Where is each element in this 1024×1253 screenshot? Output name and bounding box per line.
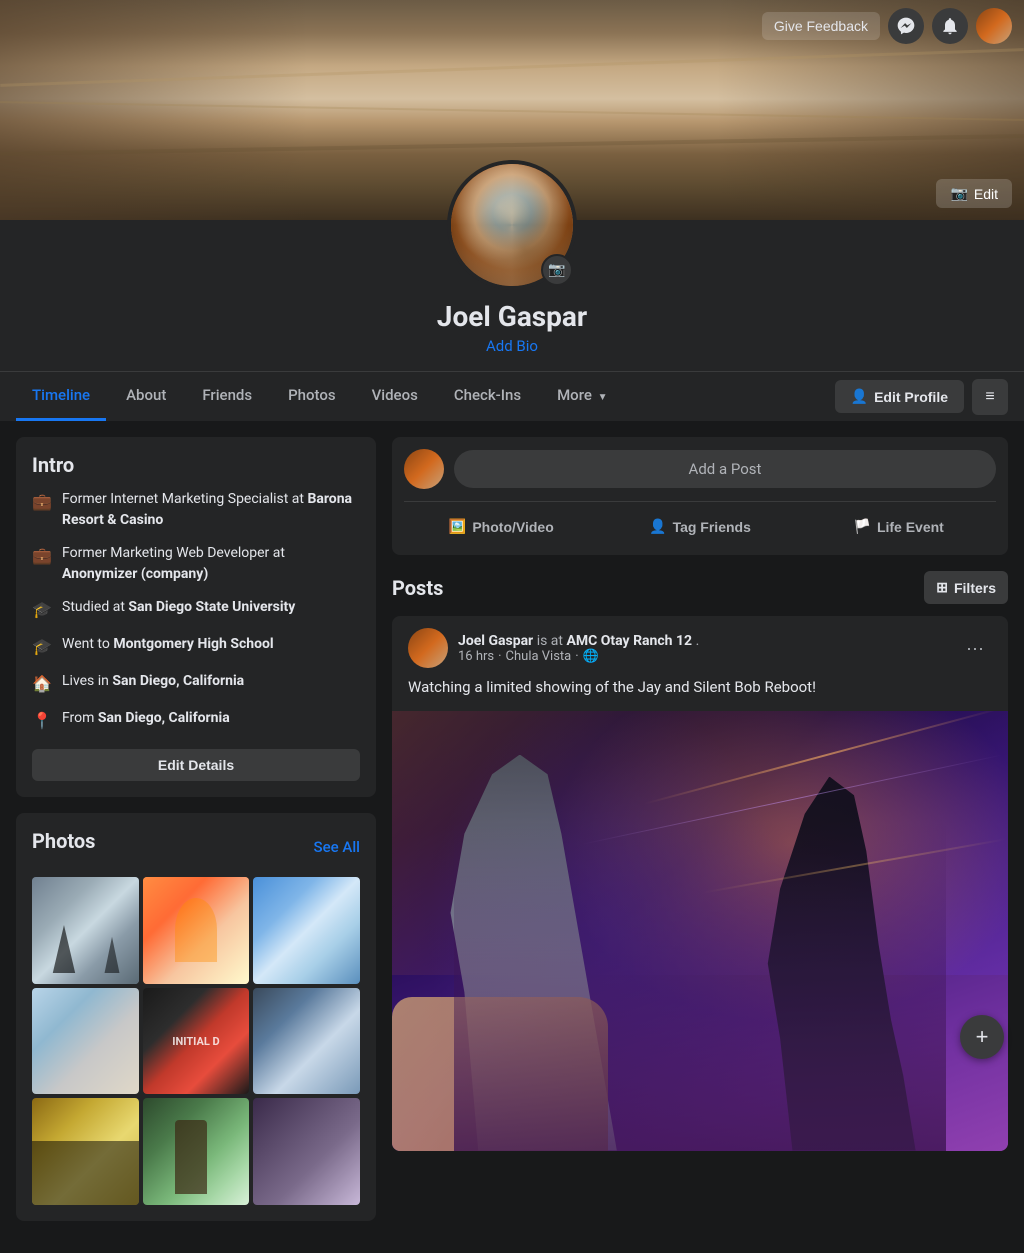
pin-icon: 📍 [32,709,52,733]
post-more-button[interactable]: ··· [958,634,992,663]
filters-button[interactable]: ⊞ Filters [924,571,1008,604]
edit-details-button[interactable]: Edit Details [32,749,360,781]
grid-icon: ≡ [985,388,994,406]
notifications-icon[interactable] [932,8,968,44]
filter-icon: ⊞ [936,579,948,596]
plus-icon: + [976,1024,989,1050]
graduation-icon: 🎓 [32,598,52,622]
intro-item-job2: 💼 Former Marketing Web Developer at Anon… [32,543,360,585]
post-author-details: Joel Gaspar is at AMC Otay Ranch 12 . 16… [458,633,699,664]
home-icon: 🏠 [32,672,52,696]
nav-actions: 👤 Edit Profile ≡ [835,379,1008,415]
photos-card: Photos See All [16,813,376,1221]
profile-avatar-container: 📷 [447,160,577,290]
more-options-button[interactable]: ≡ [972,379,1008,415]
post-author-name: Joel Gaspar is at AMC Otay Ranch 12 . [458,633,699,649]
photos-title: Photos [32,829,95,853]
nav-tabs: Timeline About Friends Photos Videos Che… [16,372,835,421]
intro-item-school: 🎓 Went to Montgomery High School [32,634,360,659]
left-column: Intro 💼 Former Internet Marketing Specia… [16,437,376,1237]
post-card: Joel Gaspar is at AMC Otay Ranch 12 . 16… [392,616,1008,1151]
photo-thumb-3[interactable] [253,877,360,984]
post-author-info: Joel Gaspar is at AMC Otay Ranch 12 . 16… [408,628,699,668]
post-author-avatar [408,628,448,668]
tag-friends-button[interactable]: 👤 Tag Friends [603,510,798,543]
add-post-top: Add a Post [404,449,996,489]
tab-friends[interactable]: Friends [186,372,268,421]
cover-edit-button[interactable]: 📷 Edit [936,179,1012,208]
add-post-actions: 🖼️ Photo/Video 👤 Tag Friends 🏳️ Life Eve… [404,510,996,543]
post-text: Watching a limited showing of the Jay an… [392,676,1008,711]
profile-nav: Timeline About Friends Photos Videos Che… [0,371,1024,421]
camera-small-icon: 📷 [548,262,565,278]
intro-card: Intro 💼 Former Internet Marketing Specia… [16,437,376,797]
tab-timeline[interactable]: Timeline [16,372,106,421]
photo-thumb-1[interactable] [32,877,139,984]
tab-more[interactable]: More ▼ [541,372,623,421]
give-feedback-button[interactable]: Give Feedback [762,12,880,40]
photo-thumb-2[interactable] [143,877,250,984]
intro-item-college: 🎓 Studied at San Diego State University [32,597,360,622]
tab-about[interactable]: About [110,372,182,421]
briefcase-icon: 💼 [32,490,52,514]
tab-photos[interactable]: Photos [272,372,351,421]
person-icon: 👤 [851,388,868,405]
flag-icon: 🏳️ [854,518,871,535]
posts-title: Posts [392,576,443,600]
photo-thumb-8[interactable] [143,1098,250,1205]
profile-section: 📷 Joel Gaspar Add Bio Timeline About Fri… [0,220,1024,421]
post-composer-avatar [404,449,444,489]
chevron-down-icon: ▼ [598,392,608,403]
photo-thumb-4[interactable] [32,988,139,1095]
tab-checkins[interactable]: Check-Ins [438,372,537,421]
top-bar: Give Feedback [750,0,1024,52]
school-icon: 🎓 [32,635,52,659]
tab-videos[interactable]: Videos [356,372,434,421]
photo-thumb-6[interactable] [253,988,360,1095]
post-header: Joel Gaspar is at AMC Otay Ranch 12 . 16… [392,616,1008,676]
fab-button[interactable]: + [960,1015,1004,1059]
post-meta: 16 hrs · Chula Vista · 🌐 [458,649,699,664]
add-post-input[interactable]: Add a Post [454,450,996,488]
photo-thumb-7[interactable] [32,1098,139,1205]
tag-icon: 👤 [649,518,666,535]
right-column: Add a Post 🖼️ Photo/Video 👤 Tag Friends … [392,437,1008,1151]
messenger-icon[interactable] [888,8,924,44]
main-content: Intro 💼 Former Internet Marketing Specia… [0,421,1024,1253]
photo-thumb-9[interactable] [253,1098,360,1205]
avatar-camera-button[interactable]: 📷 [541,254,573,286]
intro-title: Intro [32,453,360,477]
user-avatar[interactable] [976,8,1012,44]
post-image [392,711,1008,1151]
posts-header: Posts ⊞ Filters [392,571,1008,604]
add-bio-link[interactable]: Add Bio [0,337,1024,355]
globe-small-icon: 🌐 [583,649,599,664]
photos-grid: INITIAL D [32,877,360,1205]
photo-video-button[interactable]: 🖼️ Photo/Video [404,510,599,543]
see-all-photos-link[interactable]: See All [314,838,360,856]
briefcase-icon-2: 💼 [32,544,52,568]
profile-name: Joel Gaspar [0,300,1024,333]
intro-item-job1: 💼 Former Internet Marketing Specialist a… [32,489,360,531]
photos-header: Photos See All [32,829,360,865]
intro-item-lives: 🏠 Lives in San Diego, California [32,671,360,696]
intro-item-from: 📍 From San Diego, California [32,708,360,733]
edit-profile-button[interactable]: 👤 Edit Profile [835,380,964,413]
life-event-button[interactable]: 🏳️ Life Event [801,510,996,543]
photo-icon: 🖼️ [449,518,466,535]
divider [404,501,996,502]
add-post-card: Add a Post 🖼️ Photo/Video 👤 Tag Friends … [392,437,1008,555]
camera-icon: 📷 [950,185,967,202]
photo-thumb-5[interactable]: INITIAL D [143,988,250,1095]
